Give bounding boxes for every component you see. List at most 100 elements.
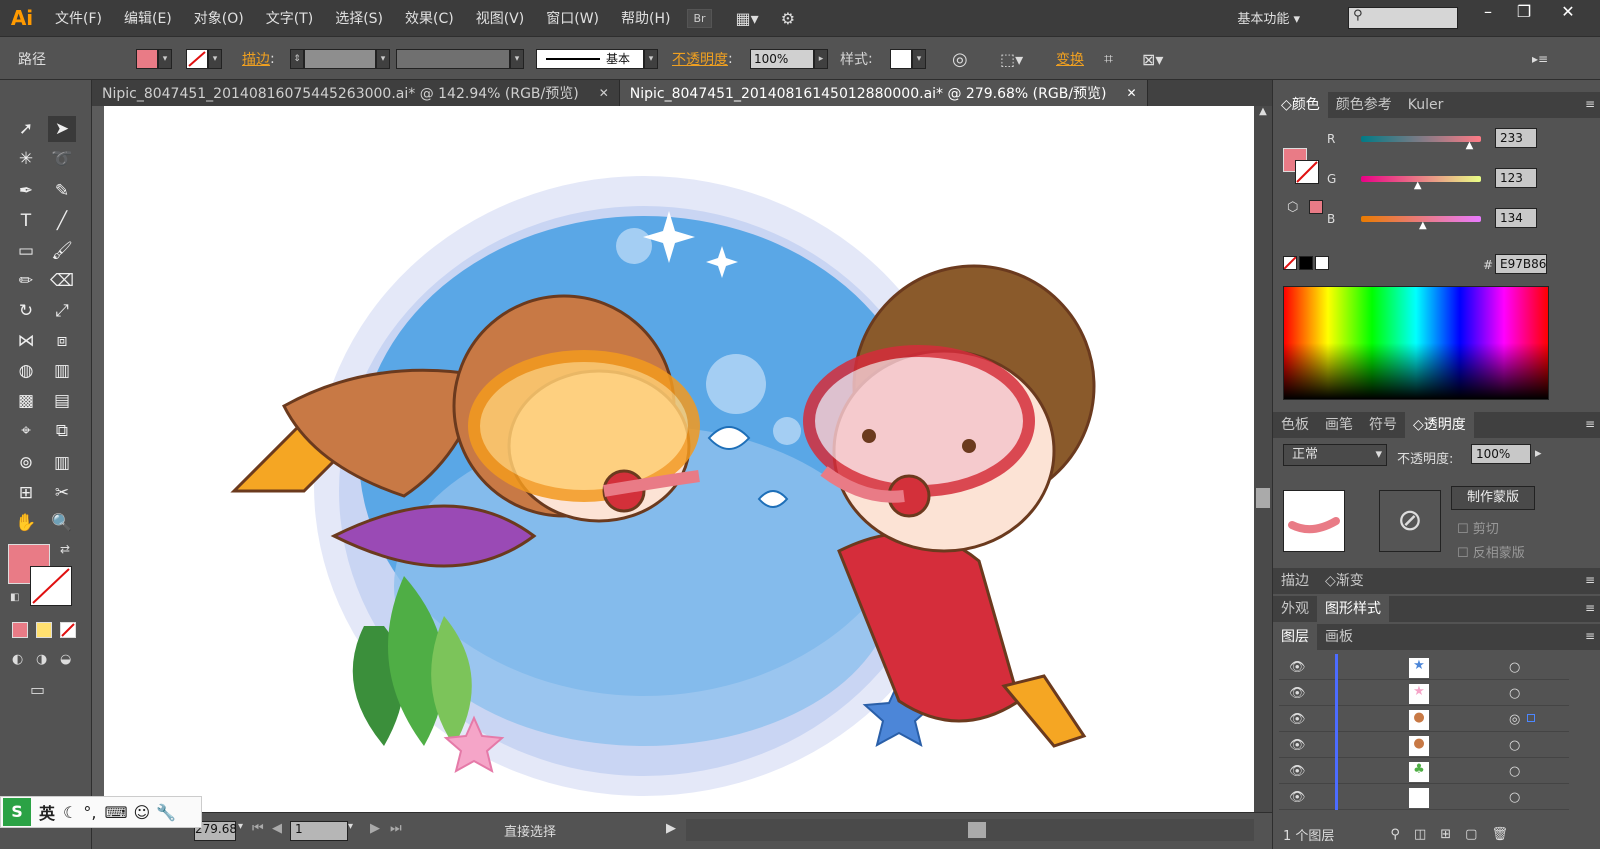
rotate-tool-icon[interactable]: ↻ [12,298,40,324]
tab-transparency[interactable]: ◇透明度 [1405,412,1474,438]
slice-tool-icon[interactable]: ✂ [48,480,76,506]
column-graph-tool-icon[interactable]: ▥ [48,450,76,476]
panel-menu-icon[interactable]: ≡ [1585,417,1595,431]
ime-lang-label[interactable]: 英 [39,800,55,824]
tab-graphic-styles[interactable]: 图形样式 [1317,596,1389,622]
layer-row[interactable]: 👁 ● ○ [1279,734,1569,758]
align-options-icon[interactable]: ⬚▾ [1000,47,1023,71]
tab-stroke[interactable]: 描边 [1273,568,1317,594]
draw-behind-icon[interactable]: ◑ [36,652,47,667]
make-clipping-mask-icon[interactable]: ◫ [1414,827,1426,842]
eye-icon[interactable]: 👁 [1289,660,1306,675]
minimize-button[interactable]: – [1472,2,1504,24]
graphic-style-swatch[interactable] [890,49,912,69]
tab-gradient[interactable]: ◇渐变 [1317,568,1372,594]
mesh-tool-icon[interactable]: ▩ [12,388,40,414]
close-icon[interactable]: ✕ [599,86,609,100]
b-value-field[interactable]: 134 [1495,208,1537,228]
target-icon[interactable]: ○ [1509,790,1520,805]
white-color-swatch[interactable] [1315,256,1329,270]
stroke-dropdown-icon[interactable]: ▾ [208,49,222,69]
clip-checkbox[interactable]: ☐ 剪切 [1457,518,1499,537]
transform-label[interactable]: 变换 [1056,49,1084,69]
menu-select[interactable]: 选择(S) [324,8,394,28]
isolate-icon[interactable]: ⌗ [1104,47,1113,71]
menu-effect[interactable]: 效果(C) [394,8,465,28]
help-search-input[interactable]: ⚲ [1348,7,1458,29]
panel-menu-icon[interactable]: ≡ [1585,573,1595,587]
stroke-weight-dropdown-icon[interactable]: ▾ [376,49,390,69]
brush-definition-field[interactable]: 基本 [536,49,644,69]
zoom-tool-icon[interactable]: 🔍 [48,510,76,536]
menu-type[interactable]: 文字(T) [255,8,324,28]
status-menu-icon[interactable]: ▶ [666,821,676,836]
more-options-icon[interactable]: ⊠▾ [1142,47,1163,71]
panel-menu-icon[interactable]: ▸≡ [1532,47,1548,71]
g-slider-handle[interactable]: ▲ [1414,180,1422,191]
symbol-sprayer-tool-icon[interactable]: ⊚ [12,450,40,476]
menu-object[interactable]: 对象(O) [183,8,255,28]
layer-row[interactable]: 👁 ● ◎ [1279,708,1569,732]
width-tool-icon[interactable]: ⋈ [12,328,40,354]
prev-artboard-icon[interactable]: ◀ [272,821,282,836]
new-sublayer-icon[interactable]: ⊞ [1440,827,1451,842]
none-mode-icon[interactable] [60,622,76,638]
vertical-scrollbar[interactable]: ▲ [1254,106,1272,812]
opacity-field[interactable]: 100% [750,49,814,69]
menu-file[interactable]: 文件(F) [44,8,113,28]
tab-document-1[interactable]: Nipic_8047451_20140816075445263000.ai* @… [92,80,620,106]
tab-artboards[interactable]: 画板 [1317,624,1361,650]
zoom-dropdown-icon[interactable]: ▾ [238,821,243,832]
wrench-icon[interactable]: 🔧 [156,803,176,822]
eye-icon[interactable]: 👁 [1289,686,1306,701]
opacity-label[interactable]: 不透明度 [672,49,728,69]
draw-inside-icon[interactable]: ◒ [60,652,71,667]
tab-color-guide[interactable]: 颜色参考 [1328,92,1400,118]
gradient-mode-icon[interactable] [36,622,52,638]
perspective-grid-tool-icon[interactable]: ▥ [48,358,76,384]
bridge-button[interactable]: Br [687,8,712,28]
divers-illustration[interactable] [104,106,1254,812]
restore-button[interactable]: ❐ [1508,2,1540,24]
g-value-field[interactable]: 123 [1495,168,1537,188]
menu-view[interactable]: 视图(V) [465,8,536,28]
new-layer-icon[interactable]: ▢ [1465,827,1477,842]
stroke-color-swatch[interactable] [30,566,72,606]
r-slider[interactable] [1361,136,1481,142]
swap-fill-stroke-icon[interactable]: ⇄ [60,542,70,556]
target-icon[interactable]: ○ [1509,738,1520,753]
artboard-dropdown-icon[interactable]: ▾ [348,821,353,832]
canvas-area[interactable] [92,106,1254,812]
blend-tool-icon[interactable]: ⧉ [48,418,76,444]
menu-window[interactable]: 窗口(W) [535,8,610,28]
sogou-logo-icon[interactable]: S [3,798,31,826]
artboard-number-field[interactable]: 1 [290,821,348,841]
web-safe-swatch[interactable] [1309,200,1323,214]
mask-thumbnail[interactable]: ⊘ [1379,490,1441,552]
user-icon[interactable]: ☺ [134,803,151,822]
eyedropper-tool-icon[interactable]: ⌖ [12,418,40,444]
gradient-tool-icon[interactable]: ▤ [48,388,76,414]
curvature-tool-icon[interactable]: ✎ [48,178,76,204]
b-slider-handle[interactable]: ▲ [1419,220,1427,231]
blend-mode-select[interactable]: 正常 ▾ [1283,444,1387,466]
pencil-tool-icon[interactable]: ✏ [12,268,40,294]
opacity-arrow-icon[interactable]: ▸ [1535,446,1542,461]
horizontal-scrollbar[interactable] [686,819,1254,841]
color-mode-icon[interactable] [12,622,28,638]
invert-mask-checkbox[interactable]: ☐ 反相蒙版 [1457,542,1525,561]
stroke-weight-stepper[interactable]: ⇕ [290,49,304,69]
eye-icon[interactable]: 👁 [1289,790,1306,805]
lasso-tool-icon[interactable]: ➰ [48,146,76,172]
first-artboard-icon[interactable]: ⏮ [252,821,264,836]
pen-tool-icon[interactable]: ✒ [12,178,40,204]
punctuation-icon[interactable]: °, [83,803,96,822]
layer-row[interactable]: 👁 ♣ ○ [1279,760,1569,784]
selection-tool-icon[interactable]: ➚ [12,116,40,142]
out-of-gamut-icon[interactable]: ⬡ [1287,200,1298,215]
artboard[interactable] [104,106,1254,812]
close-icon[interactable]: ✕ [1127,86,1137,100]
opacity-arrow-icon[interactable]: ▸ [814,49,828,69]
stroke-weight-field[interactable] [304,49,376,69]
workspace-switcher[interactable]: 基本功能 ▾ [1237,8,1300,27]
